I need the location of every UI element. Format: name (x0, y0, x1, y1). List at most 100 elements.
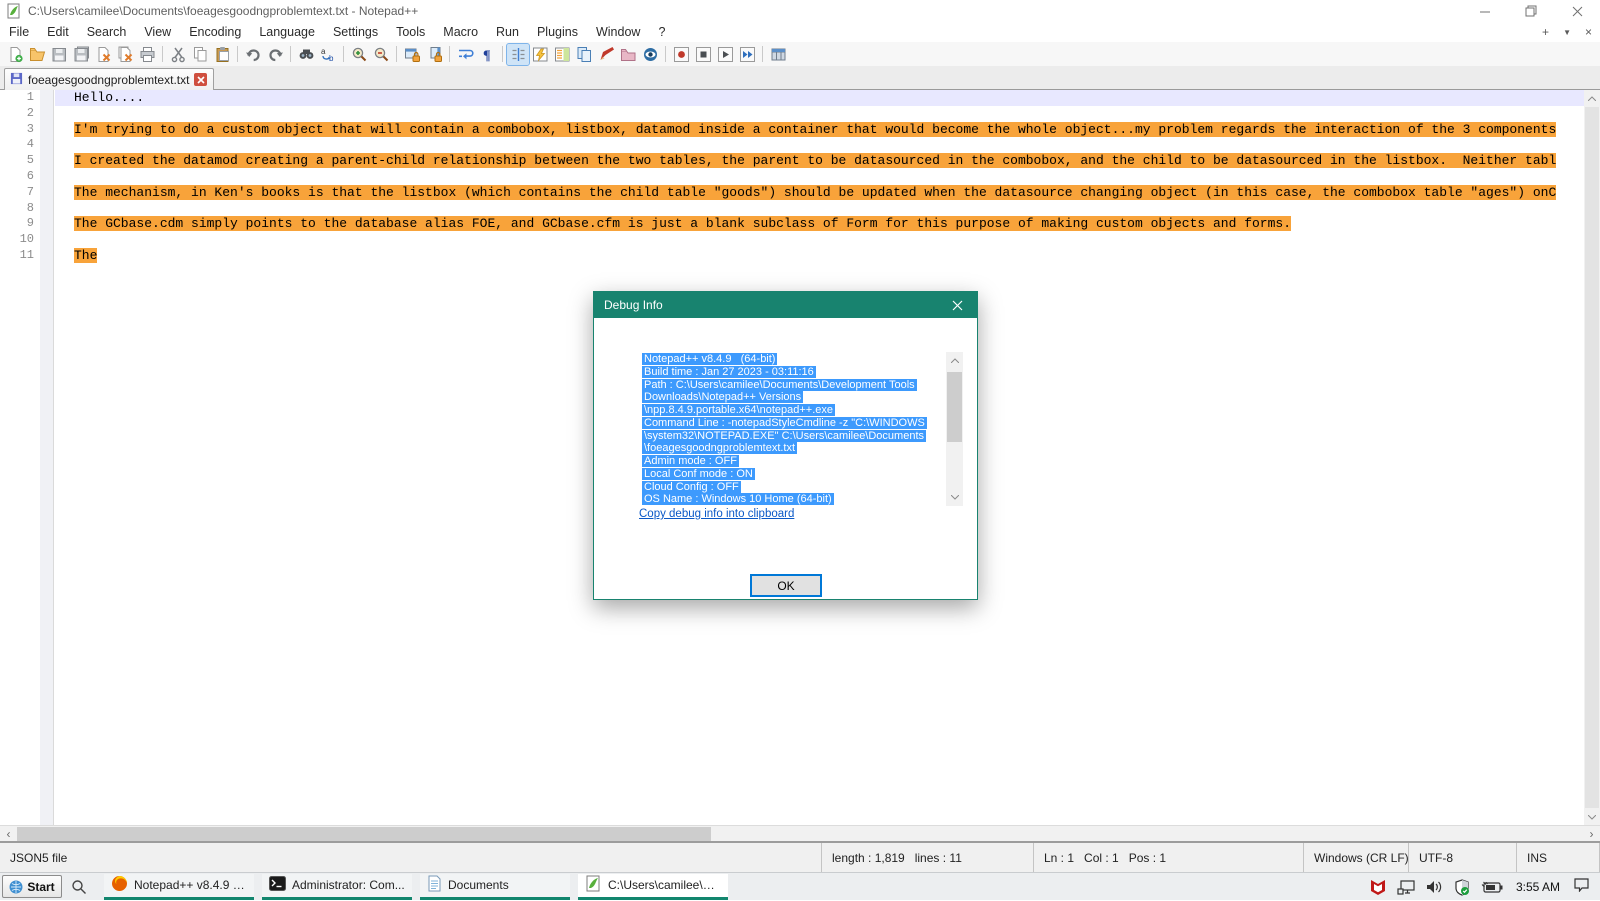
editor-line-10[interactable]: 10 (0, 232, 1600, 248)
paste-icon[interactable] (211, 44, 233, 65)
svg-text:a: a (321, 47, 326, 56)
macro-record-icon[interactable] (670, 44, 692, 65)
notifications-icon[interactable] (1573, 877, 1590, 897)
zoom-in-icon[interactable] (348, 44, 370, 65)
taskbar-button-notepad-v8-4-9-rel-[interactable]: Notepad++ v8.4.9 Rel... (104, 874, 254, 900)
security-icon[interactable] (1454, 879, 1470, 896)
taskbar-button-c-users-camilee-do-[interactable]: C:\Users\camilee\Do... (578, 874, 728, 900)
macro-save-icon[interactable] (767, 44, 789, 65)
editor-line-5[interactable]: 5I created the datamod creating a parent… (0, 153, 1600, 169)
sync-vertical-icon[interactable] (401, 44, 423, 65)
editor-line-4[interactable]: 4 (0, 137, 1600, 153)
menu-file[interactable]: File (0, 23, 38, 41)
print-icon[interactable] (136, 44, 158, 65)
new-file-icon[interactable] (4, 44, 26, 65)
menu-edit[interactable]: Edit (38, 23, 78, 41)
debug-info-line: Command Line : -notepadStyleCmdline -z "… (642, 417, 927, 429)
menu-macro[interactable]: Macro (434, 23, 487, 41)
zoom-out-icon[interactable] (370, 44, 392, 65)
status-eol-format[interactable]: Windows (CR LF) (1304, 843, 1409, 872)
editor-line-8[interactable]: 8 (0, 201, 1600, 217)
find-icon[interactable] (295, 44, 317, 65)
tab-foeagesgoodngproblemtext[interactable]: foeagesgoodngproblemtext.txt (4, 68, 214, 90)
scroll-down-icon[interactable] (1584, 809, 1600, 825)
taskbar-button-administrator-com-[interactable]: Administrator: Com... (262, 874, 412, 900)
editor-horizontal-scrollbar[interactable]: ‹ › (0, 825, 1600, 841)
close-tab-icon[interactable]: × (1585, 25, 1592, 39)
start-button[interactable]: Start (2, 875, 62, 898)
editor-line-3[interactable]: 3I'm trying to do a custom object that w… (0, 122, 1600, 138)
function-list-icon[interactable] (529, 44, 551, 65)
menu-search[interactable]: Search (78, 23, 136, 41)
ok-button[interactable]: OK (750, 574, 822, 597)
copy-debug-info-link[interactable]: Copy debug info into clipboard (639, 508, 794, 520)
menu-encoding[interactable]: Encoding (180, 23, 250, 41)
minimize-button[interactable] (1462, 0, 1508, 22)
editor-line-1[interactable]: 1Hello.... (0, 90, 1600, 106)
mcafee-icon[interactable] (1370, 879, 1386, 896)
menu-language[interactable]: Language (250, 23, 324, 41)
dialog-title-bar[interactable]: Debug Info (594, 292, 977, 318)
word-wrap-icon[interactable] (454, 44, 476, 65)
debug-info-line: Cloud Config : OFF (642, 481, 741, 493)
close-icon[interactable] (92, 44, 114, 65)
horizontal-scroll-thumb[interactable] (17, 827, 711, 841)
editor-line-6[interactable]: 6 (0, 169, 1600, 185)
dialog-scroll-thumb[interactable] (947, 372, 962, 442)
cut-icon[interactable] (167, 44, 189, 65)
battery-icon[interactable] (1481, 881, 1503, 894)
menu-window[interactable]: Window (587, 23, 649, 41)
monitoring-icon[interactable] (639, 44, 661, 65)
macro-stop-icon[interactable] (692, 44, 714, 65)
editor-line-11[interactable]: 11The (0, 248, 1600, 264)
network-icon[interactable] (1397, 880, 1415, 895)
copy-icon[interactable] (189, 44, 211, 65)
document-map-icon[interactable] (551, 44, 573, 65)
debug-info-text[interactable]: Notepad++ v8.4.9 (64-bit)Build time : Ja… (642, 353, 942, 506)
scroll-left-icon[interactable]: ‹ (0, 826, 17, 842)
vertical-scroll-thumb[interactable] (1585, 107, 1599, 808)
close-all-icon[interactable] (114, 44, 136, 65)
save-icon[interactable] (48, 44, 70, 65)
close-window-button[interactable] (1554, 0, 1600, 22)
dialog-close-icon[interactable] (937, 292, 977, 318)
menu-view[interactable]: View (135, 23, 180, 41)
dialog-scrollbar[interactable] (946, 352, 963, 506)
clock[interactable]: 3:55 AM (1516, 880, 1560, 894)
tab-list-icon[interactable]: ▼ (1563, 28, 1571, 37)
folder-as-workspace-icon[interactable] (595, 44, 617, 65)
taskbar-button-documents[interactable]: Documents (420, 874, 570, 900)
editor-line-9[interactable]: 9The GCbase.cdm simply points to the dat… (0, 216, 1600, 232)
dialog-scroll-down-icon[interactable] (946, 489, 963, 506)
project-panel-icon[interactable] (617, 44, 639, 65)
editor-line-2[interactable]: 2 (0, 106, 1600, 122)
tab-close-icon[interactable] (194, 73, 207, 86)
open-icon[interactable] (26, 44, 48, 65)
menu-plugins[interactable]: Plugins (528, 23, 587, 41)
menu-settings[interactable]: Settings (324, 23, 387, 41)
scroll-right-icon[interactable]: › (1583, 826, 1600, 842)
status-encoding[interactable]: UTF-8 (1409, 843, 1517, 872)
macro-play-icon[interactable] (714, 44, 736, 65)
new-tab-icon[interactable]: + (1542, 25, 1549, 39)
menu-run[interactable]: Run (487, 23, 528, 41)
scroll-up-icon[interactable] (1584, 90, 1600, 106)
editor-vertical-scrollbar[interactable] (1584, 90, 1600, 825)
macro-run-multiple-icon[interactable] (736, 44, 758, 65)
indent-guide-icon[interactable] (507, 44, 529, 65)
restore-button[interactable] (1508, 0, 1554, 22)
volume-icon[interactable] (1426, 880, 1443, 894)
document-list-icon[interactable] (573, 44, 595, 65)
menu-help[interactable]: ? (649, 23, 674, 41)
undo-icon[interactable] (242, 44, 264, 65)
sync-horizontal-icon[interactable] (423, 44, 445, 65)
editor-line-7[interactable]: 7The mechanism, in Ken's books is that t… (0, 185, 1600, 201)
show-symbols-icon[interactable]: ¶ (476, 44, 498, 65)
redo-icon[interactable] (264, 44, 286, 65)
save-all-icon[interactable] (70, 44, 92, 65)
dialog-scroll-up-icon[interactable] (946, 352, 963, 369)
status-insert-mode[interactable]: INS (1517, 843, 1600, 872)
taskbar-search-icon[interactable] (62, 874, 96, 900)
menu-tools[interactable]: Tools (387, 23, 434, 41)
replace-icon[interactable]: ab (317, 44, 339, 65)
